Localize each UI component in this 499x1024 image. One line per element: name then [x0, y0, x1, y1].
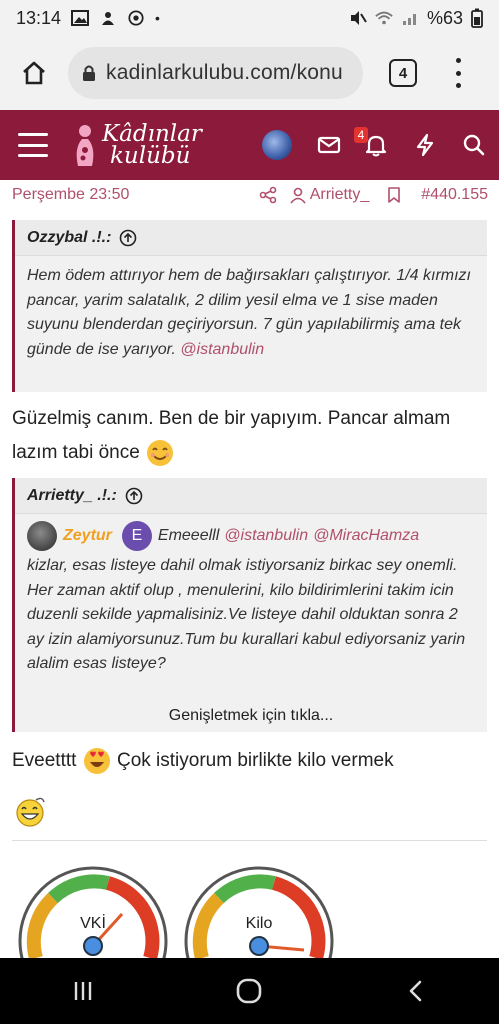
more-notifications-dot: •: [155, 10, 160, 26]
post-divider: [12, 840, 487, 841]
search-icon[interactable]: [461, 132, 487, 158]
post-content: Ozzybal .!.: Hem ödem attırıyor hem de b…: [0, 210, 499, 958]
quote-header[interactable]: Ozzybal .!.:: [15, 220, 487, 256]
quote-body: Hem ödem attırıyor hem de bağırsakları ç…: [15, 256, 487, 362]
arrow-up-circle-icon[interactable]: [119, 229, 137, 247]
back-chevron-icon: [409, 980, 422, 1002]
user-icon: [290, 187, 306, 204]
home-circle-icon: [237, 978, 262, 1004]
home-icon: [23, 61, 45, 85]
emeeelll-text: Emeeelll: [157, 526, 220, 544]
notification-badge: 4: [354, 127, 368, 143]
post-date[interactable]: Perşembe 23:50: [12, 186, 129, 204]
mail-icon[interactable]: [316, 132, 342, 158]
back-button[interactable]: [401, 976, 431, 1006]
post-meta: Perşembe 23:50 Arrietty_ #440.155: [0, 180, 499, 210]
logo-figure-icon: [76, 125, 94, 166]
quote-author-2: Arrietty_ .!.:: [27, 486, 117, 504]
arrow-up-circle-icon[interactable]: [125, 487, 143, 505]
gallery-icon: [71, 10, 90, 26]
recent-apps-button[interactable]: [68, 976, 98, 1006]
post-author: Arrietty_: [309, 186, 370, 203]
status-time: 13:14: [16, 7, 62, 28]
home-button[interactable]: [14, 53, 54, 93]
status-bar: 13:14 • %63: [0, 0, 499, 36]
quote2-text2: Her zaman aktif olup , menulerini, kilo …: [27, 581, 466, 673]
gauge-right-label: Kilo: [246, 915, 273, 932]
mention-link[interactable]: @istanbulin: [180, 341, 264, 358]
user-e-avatar[interactable]: E: [121, 521, 152, 551]
lightning-icon[interactable]: [412, 132, 438, 158]
system-nav-bar: [0, 958, 499, 1024]
quoted-user-row: Zeytur E Emeeelll @istanbulin @MiracHamz…: [27, 516, 475, 556]
hamburger-menu-button[interactable]: [18, 133, 48, 157]
signal-icon: [402, 14, 416, 25]
share-icon[interactable]: [259, 186, 277, 204]
wifi-icon: [375, 11, 393, 25]
mention-istanbulin[interactable]: @istanbulin: [224, 524, 308, 549]
lock-icon: [83, 65, 95, 81]
smile-emoji-icon: [147, 439, 174, 466]
site-logo[interactable]: Kâdınlar kulübü: [70, 122, 202, 168]
quote2-text1: kizlar, esas listeye dahil olmak istiyor…: [27, 557, 458, 574]
bmi-gauge: VKİ: [18, 866, 168, 958]
reply-text-2: Eveetttt Çok istiyorum birlikte kilo ver…: [12, 744, 394, 778]
gauge-left-label: VKİ: [80, 913, 106, 932]
reply2-end: Çok istiyorum birlikte kilo vermek: [116, 750, 394, 771]
reply2-start: Eveetttt: [12, 750, 77, 771]
user-avatar[interactable]: [262, 130, 292, 160]
quote-body-2: Zeytur E Emeeelll @istanbulin @MiracHamz…: [15, 514, 487, 677]
browser-menu-button[interactable]: [453, 58, 463, 88]
expand-quote-button[interactable]: Genişletmek için tıkla...: [15, 700, 487, 732]
tab-switcher-button[interactable]: 4: [389, 59, 417, 87]
chrome-icon: [128, 10, 144, 26]
recent-apps-icon: [74, 982, 92, 1000]
laughing-emoji-icon: [16, 797, 45, 827]
mute-icon: [350, 11, 367, 25]
site-header: Kâdınlar kulübü 4: [0, 110, 499, 180]
reply-text: Güzelmiş canım. Ben de bir yapıyım. Panc…: [12, 402, 450, 470]
reply-line2: lazım tabi önce: [12, 442, 140, 463]
quote-author: Ozzybal .!.:: [27, 228, 112, 246]
url-text: kadinlarkulubu.com/konu: [106, 61, 343, 84]
system-home-button[interactable]: [234, 976, 264, 1006]
post-author-link[interactable]: Arrietty_: [289, 186, 370, 204]
app-notification-icon: [102, 12, 115, 25]
logo-line1: Kâdınlar: [102, 121, 202, 147]
battery-icon: [471, 8, 483, 28]
mention-miracHamza[interactable]: @MiracHamza: [313, 524, 419, 549]
address-bar[interactable]: kadinlarkulubu.com/konu: [68, 47, 363, 99]
quote-header-2[interactable]: Arrietty_ .!.:: [15, 478, 487, 514]
weight-gauge: Kilo: [184, 866, 334, 958]
quote-block-2: Arrietty_ .!.: Zeytur E Emeeelll @istanb…: [12, 478, 487, 732]
bookmark-icon[interactable]: [385, 186, 403, 204]
post-number[interactable]: #440.155: [421, 186, 488, 204]
zeytur-avatar[interactable]: [27, 521, 57, 551]
screen: 13:14 • %63 kadinlarkulubu.com/konu 4 Kâ…: [0, 0, 499, 1024]
reply-line1: Güzelmiş canım. Ben de bir yapıyım. Panc…: [12, 408, 451, 429]
logo-line2: kulübü: [110, 143, 191, 169]
zeytur-username[interactable]: Zeytur: [63, 524, 112, 549]
battery-percent: %63: [426, 7, 463, 28]
browser-toolbar: kadinlarkulubu.com/konu 4: [0, 36, 499, 110]
quote-block: Ozzybal .!.: Hem ödem attırıyor hem de b…: [12, 220, 487, 392]
heart-eyes-emoji-icon: [83, 747, 110, 774]
